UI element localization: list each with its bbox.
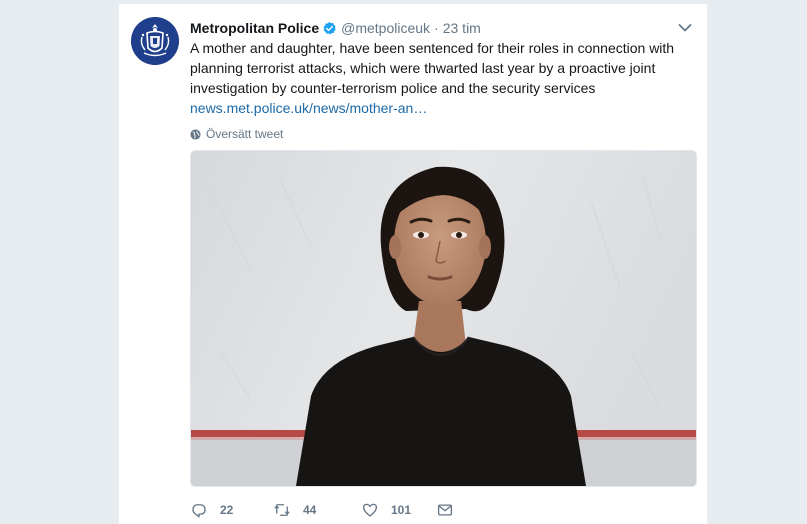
- globe-icon: [190, 128, 201, 140]
- user-handle[interactable]: @metpoliceuk: [341, 20, 430, 36]
- separator-dot: ·: [434, 20, 439, 36]
- translate-label: Översätt tweet: [206, 127, 284, 141]
- tweet-photo[interactable]: [190, 150, 697, 487]
- tweet-text-line: planning terrorist attacks, which were t…: [190, 60, 656, 76]
- tweet-link[interactable]: news.met.police.uk/news/mother-an…: [190, 98, 695, 118]
- display-name[interactable]: Metropolitan Police: [190, 20, 319, 36]
- like-button[interactable]: 101: [361, 501, 436, 519]
- heart-icon: [362, 503, 378, 517]
- timestamp[interactable]: 23 tim: [443, 20, 481, 36]
- direct-message-button[interactable]: [436, 501, 454, 519]
- tweet-header: Metropolitan Police @metpoliceuk · 23 ti…: [190, 18, 481, 38]
- reply-icon: [192, 504, 206, 518]
- retweet-icon: [274, 504, 290, 516]
- translate-tweet-button[interactable]: Översätt tweet: [190, 127, 283, 141]
- envelope-icon: [437, 504, 453, 516]
- verified-badge-icon: [323, 21, 336, 34]
- reply-button[interactable]: 22: [190, 501, 273, 519]
- retweet-count: 44: [303, 503, 317, 517]
- tweet-text: A mother and daughter, have been sentenc…: [190, 38, 695, 118]
- tweet-text-line: investigation by counter-terrorism polic…: [190, 80, 596, 96]
- like-count: 101: [391, 503, 412, 517]
- retweet-button[interactable]: 44: [273, 501, 361, 519]
- tweet-actions: 22 44 101: [190, 500, 454, 520]
- reply-count: 22: [220, 503, 234, 517]
- tweet-text-line: A mother and daughter, have been sentenc…: [190, 40, 675, 56]
- crest-logo: [131, 17, 179, 65]
- tweet-card[interactable]: Metropolitan Police @metpoliceuk · 23 ti…: [118, 4, 708, 524]
- chevron-down-icon[interactable]: [677, 20, 693, 36]
- avatar[interactable]: [131, 17, 179, 65]
- photo-image: [191, 151, 696, 486]
